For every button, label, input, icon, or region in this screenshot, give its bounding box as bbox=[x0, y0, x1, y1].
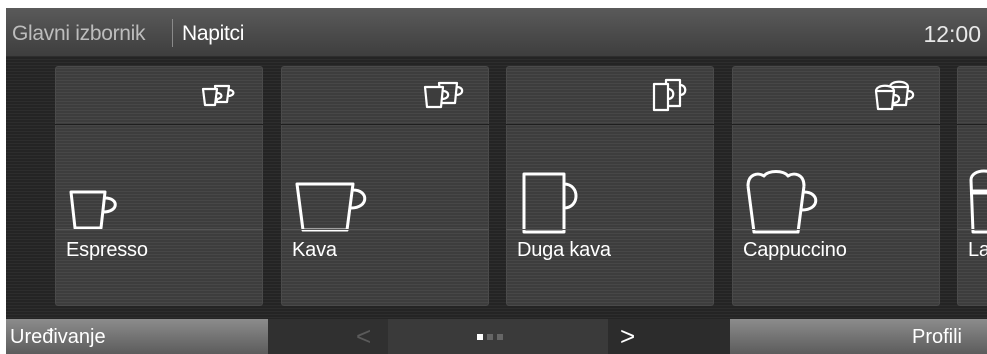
tile-label-row: Espresso bbox=[55, 229, 263, 268]
tile-label-row: Cappuccino bbox=[732, 229, 940, 268]
breadcrumb-current: Napitci bbox=[182, 22, 245, 45]
double-portion-button[interactable] bbox=[506, 66, 714, 125]
latte-glass-icon bbox=[969, 169, 987, 234]
long-coffee-mug-icon bbox=[522, 172, 578, 234]
tile-label: Espresso bbox=[66, 239, 148, 261]
next-page-button[interactable]: > bbox=[608, 319, 730, 354]
tile-label-row: Kava bbox=[281, 229, 489, 268]
profiles-button[interactable]: Profili bbox=[730, 319, 987, 354]
beverage-tiles: Espresso Kava Duga kava Cappuccino La bbox=[6, 66, 987, 306]
tile-label: Duga kava bbox=[517, 239, 611, 261]
tile-label: Cappuccino bbox=[743, 239, 847, 261]
tile-label: Kava bbox=[292, 239, 337, 261]
tile-label-row: Duga kava bbox=[506, 229, 714, 268]
double-portion-button[interactable] bbox=[55, 66, 263, 125]
tile-label-row: La bbox=[957, 229, 987, 268]
breadcrumb-main-menu[interactable]: Glavni izbornik bbox=[12, 22, 146, 46]
tile-label: La bbox=[968, 239, 987, 261]
next-page-label: > bbox=[620, 321, 636, 351]
profiles-button-label: Profili bbox=[911, 326, 962, 348]
cappuccino-cup-icon bbox=[746, 170, 818, 234]
double-portion-button[interactable] bbox=[281, 66, 489, 125]
clock: 12:00 bbox=[923, 21, 981, 47]
page-indicator bbox=[388, 319, 608, 354]
edit-button-label: Uređivanje bbox=[10, 326, 106, 348]
page-dot bbox=[487, 334, 493, 340]
breadcrumb-separator bbox=[172, 19, 173, 47]
footer-bar: Uređivanje < > Profili bbox=[6, 319, 987, 354]
tile-latte[interactable]: La bbox=[957, 66, 987, 306]
double-long-coffee-icon bbox=[652, 78, 687, 112]
double-portion-button[interactable] bbox=[732, 66, 940, 125]
pager: < > bbox=[268, 319, 730, 354]
edit-button[interactable]: Uređivanje bbox=[6, 319, 268, 354]
page-dot bbox=[497, 334, 503, 340]
coffee-cup-icon bbox=[295, 182, 367, 232]
app-frame: Glavni izbornik Napitci 12:00 Espresso K… bbox=[6, 8, 987, 354]
screen: Glavni izbornik Napitci 12:00 Espresso K… bbox=[0, 0, 987, 354]
double-portion-button[interactable] bbox=[957, 66, 987, 125]
page-dot-active bbox=[477, 334, 483, 340]
tile-kava[interactable]: Kava bbox=[281, 66, 489, 306]
tile-espresso[interactable]: Espresso bbox=[55, 66, 263, 306]
tile-duga-kava[interactable]: Duga kava bbox=[506, 66, 714, 306]
double-coffee-icon bbox=[423, 81, 464, 109]
prev-page-label: < bbox=[356, 321, 372, 351]
header-bar: Glavni izbornik Napitci 12:00 bbox=[6, 8, 987, 56]
double-espresso-icon bbox=[201, 84, 235, 107]
double-cappuccino-icon bbox=[874, 80, 915, 111]
prev-page-button[interactable]: < bbox=[268, 319, 388, 354]
tile-cappuccino[interactable]: Cappuccino bbox=[732, 66, 940, 306]
